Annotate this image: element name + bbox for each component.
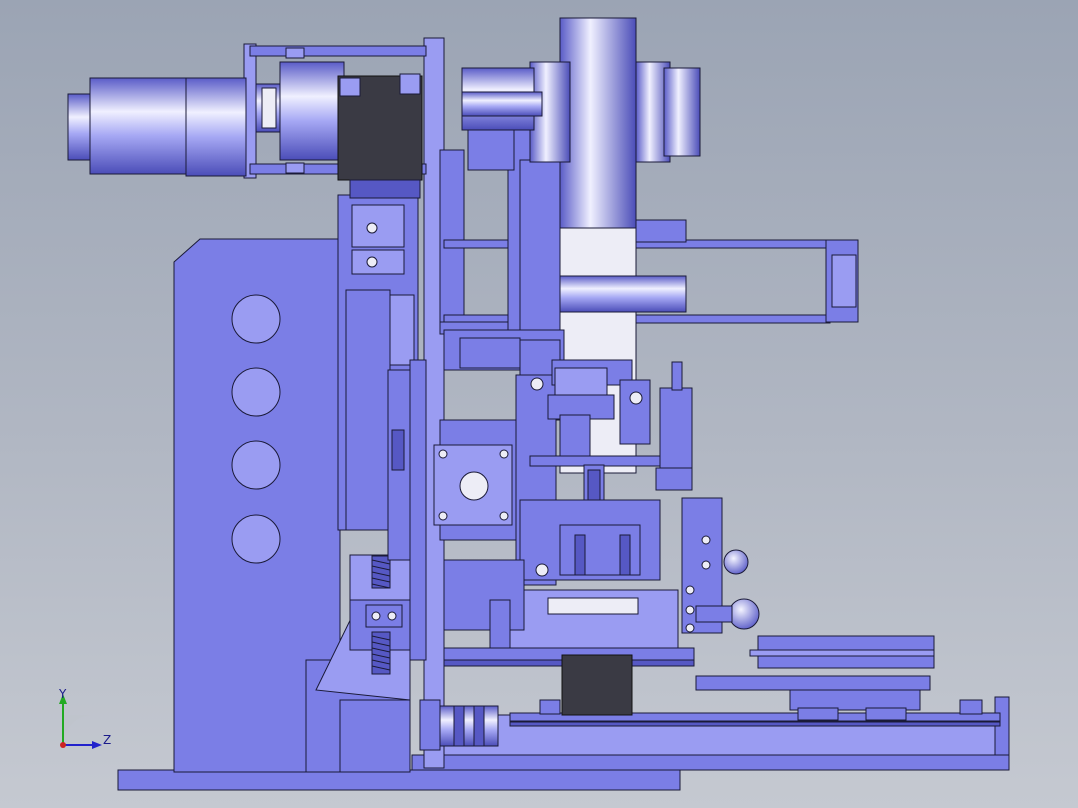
frame-hole-2 xyxy=(231,367,281,417)
compression-spring-lower xyxy=(371,631,391,675)
axis-triad: Y Z xyxy=(58,687,111,749)
z-axis-label: Z xyxy=(103,733,111,747)
cad-viewport[interactable]: Y Z xyxy=(0,0,1078,808)
shaft-coupling xyxy=(419,699,499,751)
frame-hole-1 xyxy=(231,294,281,344)
x-axis-dot xyxy=(60,742,66,748)
adjust-knob-upper xyxy=(723,549,749,575)
y-axis-label: Y xyxy=(58,687,67,701)
frame-hole-4 xyxy=(231,514,281,564)
vertical-column xyxy=(337,194,419,561)
main-motor xyxy=(67,43,427,199)
machine-assembly-model[interactable]: Y Z xyxy=(0,0,1078,808)
compression-spring-upper xyxy=(371,555,391,589)
adjust-knob-lower xyxy=(728,598,760,630)
base-plate xyxy=(117,769,681,791)
right-stage-platform xyxy=(695,635,935,721)
frame-hole-3 xyxy=(231,440,281,490)
